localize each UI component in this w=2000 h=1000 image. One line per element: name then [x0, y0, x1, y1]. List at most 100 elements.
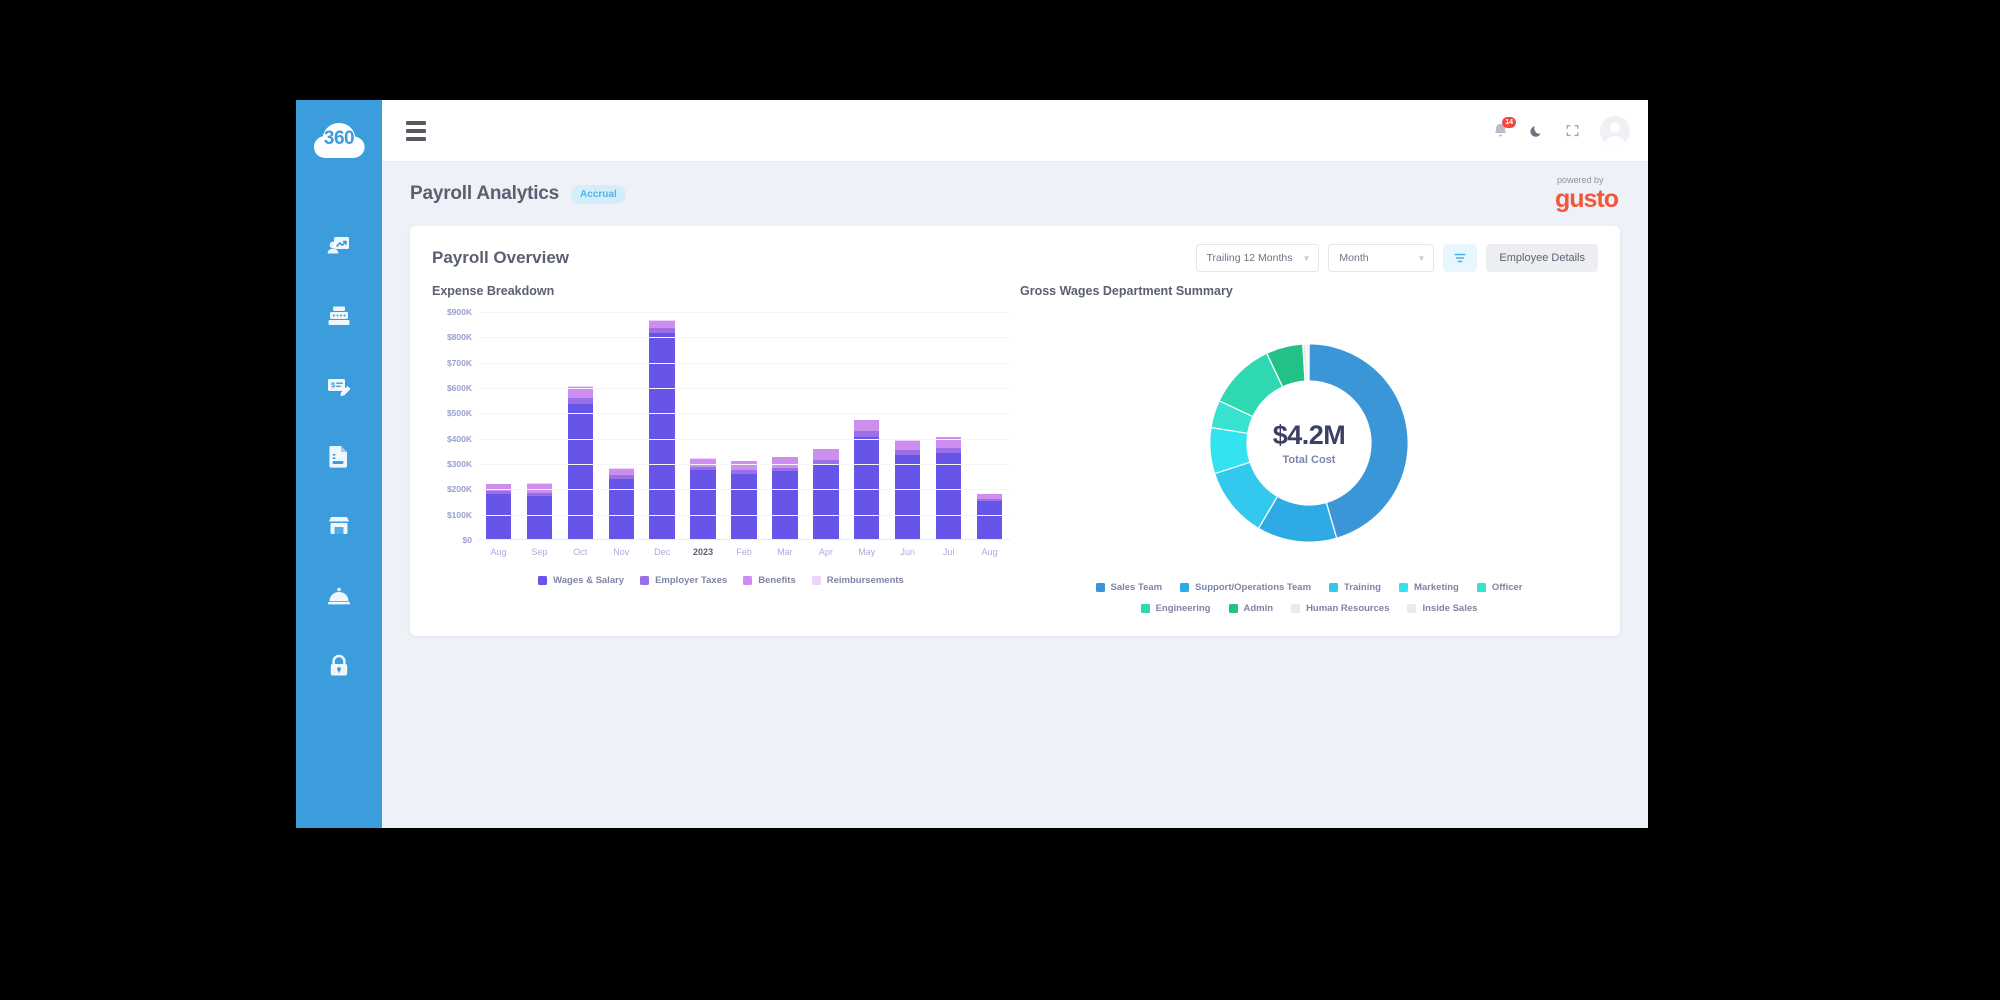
- filter-button[interactable]: [1443, 244, 1478, 272]
- bar-column[interactable]: [519, 312, 560, 539]
- legend-swatch: [1140, 604, 1150, 613]
- bar-chart-y-axis: $0 $100K $200K $300K $400K $500K $600K $700K $80…: [432, 307, 478, 545]
- bar-column[interactable]: [887, 312, 928, 539]
- legend-item[interactable]: Wages & Salary: [538, 575, 624, 586]
- bar-column[interactable]: [683, 312, 724, 539]
- legend-label: Support/Operations Team: [1195, 582, 1312, 593]
- bar-column[interactable]: [560, 312, 601, 539]
- legend-item[interactable]: Reimbursements: [811, 575, 904, 586]
- sidebar-item-payroll-entry[interactable]: $: [311, 358, 367, 414]
- legend-swatch: [1228, 604, 1238, 613]
- legend-item[interactable]: Training: [1329, 582, 1381, 593]
- sidebar-item-analytics[interactable]: [311, 218, 367, 274]
- card-header: Payroll Overview Trailing 12 Months ▼ Mo…: [432, 244, 1598, 272]
- sidebar-item-service[interactable]: [311, 568, 367, 624]
- lock-icon: [330, 654, 348, 676]
- legend-swatch: [1095, 583, 1105, 592]
- card-controls: Trailing 12 Months ▼ Month ▼ Employee De…: [1195, 244, 1598, 272]
- bar-segment: [690, 470, 716, 539]
- bar-segment: [813, 449, 839, 460]
- gusto-brand-label: gusto: [1554, 185, 1619, 213]
- app-logo[interactable]: 360: [310, 118, 368, 160]
- legend-item[interactable]: Sales Team: [1095, 582, 1163, 593]
- document-icon: [329, 446, 347, 468]
- register-icon: [328, 306, 350, 325]
- analytics-icon: [327, 237, 349, 254]
- bar-segment: [854, 420, 880, 432]
- bar-chart-plot-area: $0 $100K $200K $300K $400K $500K $600K $700K $80…: [432, 307, 1010, 545]
- bar-segment: [731, 473, 757, 539]
- legend-label: Engineering: [1155, 603, 1211, 614]
- legend-item[interactable]: Admin: [1228, 603, 1273, 614]
- y-axis-tick: $0: [462, 535, 472, 545]
- bar-column[interactable]: [601, 312, 642, 539]
- charts-row: Expense Breakdown $0 $100K $200K $300K $400K…: [432, 284, 1598, 614]
- legend-item[interactable]: Employer Taxes: [640, 575, 727, 586]
- period-select[interactable]: Month ▼: [1328, 244, 1435, 272]
- dark-mode-toggle[interactable]: [1529, 123, 1545, 139]
- app-window: 360 $ 14 Payroll Analytics Accrual power…: [296, 100, 1648, 828]
- notifications-button[interactable]: 14: [1492, 117, 1516, 139]
- bar-segment: [485, 494, 512, 539]
- bar-column[interactable]: [724, 312, 765, 539]
- legend-item[interactable]: Benefits: [743, 575, 796, 586]
- x-axis-label: Oct: [573, 547, 588, 557]
- bar-segment: [895, 455, 921, 539]
- y-axis-tick: $600K: [446, 383, 472, 393]
- powered-by-label: powered by: [1556, 175, 1604, 185]
- bar-segment: [567, 404, 593, 539]
- legend-item[interactable]: Officer: [1476, 582, 1522, 593]
- fullscreen-button[interactable]: [1565, 123, 1580, 138]
- bar-column[interactable]: [642, 312, 683, 539]
- gross-wages-chart: Gross Wages Department Summary $4.2M Tot…: [1020, 284, 1598, 614]
- grid-line: [478, 362, 1010, 364]
- legend-item[interactable]: Engineering: [1140, 603, 1211, 614]
- legend-swatch: [1291, 604, 1301, 613]
- sidebar-item-store[interactable]: [311, 498, 367, 554]
- legend-swatch: [1180, 583, 1190, 592]
- legend-label: Benefits: [758, 575, 796, 586]
- bar-column[interactable]: [846, 312, 887, 539]
- sidebar-item-documents[interactable]: [311, 428, 367, 484]
- legend-item[interactable]: Human Resources: [1291, 603, 1389, 614]
- y-axis-tick: $900K: [446, 307, 472, 317]
- stacked-bar: [485, 483, 512, 539]
- bar-column[interactable]: [478, 312, 519, 539]
- sidebar-item-security[interactable]: [311, 638, 367, 694]
- hamburger-menu-button[interactable]: [402, 117, 430, 145]
- y-axis-tick: $700K: [446, 357, 472, 368]
- donut-slice[interactable]: [1305, 343, 1310, 382]
- avatar[interactable]: [1600, 115, 1630, 146]
- bar-chart-x-labels: Aug Sep Oct Nov Dec 2023 Feb Mar Apr May Jun Jul Aug: [478, 547, 1010, 557]
- legend-swatch: [538, 576, 548, 585]
- x-axis-label: Apr: [818, 547, 833, 557]
- employee-details-label: Employee Details: [1499, 252, 1585, 264]
- legend-label: Reimbursements: [826, 575, 904, 586]
- bar-column[interactable]: [764, 312, 805, 539]
- grid-line: [478, 388, 1010, 389]
- bar-column[interactable]: [805, 312, 846, 539]
- date-range-select[interactable]: Trailing 12 Months ▼: [1195, 244, 1320, 272]
- hamburger-bar: [406, 136, 426, 141]
- bar-series-container: [478, 312, 1010, 539]
- sidebar-item-register[interactable]: [311, 288, 367, 344]
- legend-item[interactable]: Marketing: [1398, 582, 1459, 593]
- app-logo-text: 360: [323, 128, 355, 149]
- period-value: Month: [1339, 252, 1369, 264]
- bar-column[interactable]: [928, 312, 969, 539]
- bar-column[interactable]: [969, 312, 1010, 539]
- x-axis-label: May: [858, 547, 876, 557]
- topbar-actions: 14: [1492, 115, 1630, 146]
- bar-segment: [854, 436, 880, 539]
- bar-segment: [649, 333, 675, 539]
- legend-item[interactable]: Inside Sales: [1407, 603, 1477, 614]
- legend-swatch: [1407, 604, 1417, 613]
- legend-label: Sales Team: [1110, 582, 1163, 593]
- legend-label: Human Resources: [1306, 603, 1390, 614]
- check-edit-icon: $: [328, 379, 351, 397]
- x-axis-label: Aug: [490, 547, 507, 557]
- donut-chart: $4.2M Total Cost: [1185, 319, 1433, 567]
- employee-details-button[interactable]: Employee Details: [1486, 244, 1598, 272]
- main-area: 14 Payroll Analytics Accrual powered by …: [382, 100, 1648, 828]
- legend-item[interactable]: Support/Operations Team: [1180, 582, 1311, 593]
